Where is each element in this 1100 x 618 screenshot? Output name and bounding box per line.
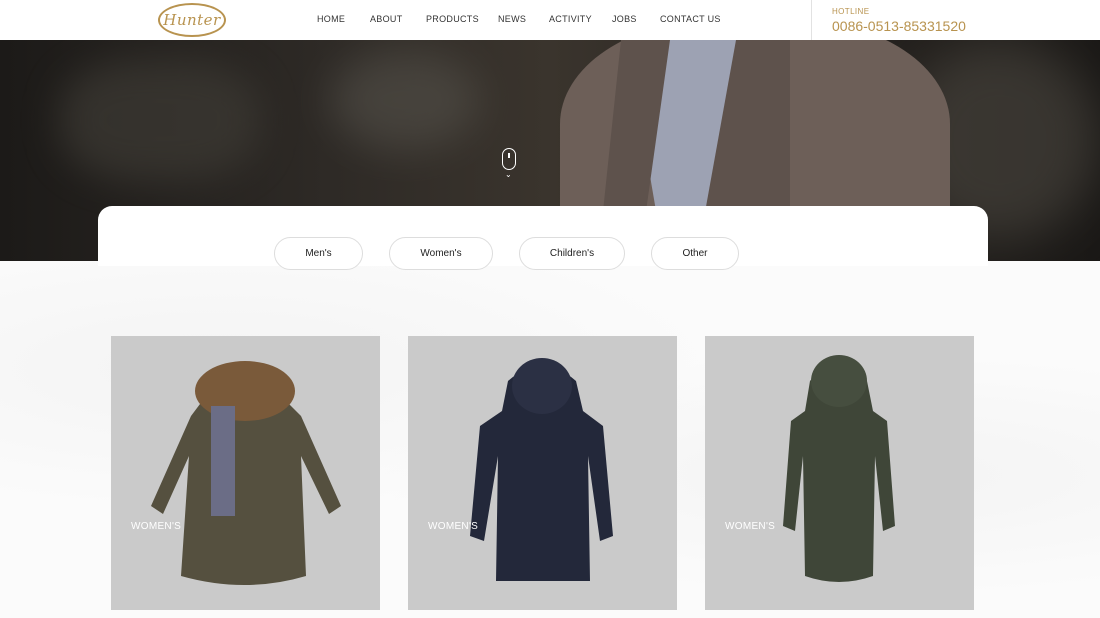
nav-home[interactable]: HOME — [317, 14, 345, 24]
logo-text: Hunter — [163, 11, 221, 29]
product-category-label: WOMEN'S — [725, 521, 776, 532]
site-header: Hunter HOME ABOUT PRODUCTS NEWS ACTIVITY… — [0, 0, 1100, 40]
nav-products[interactable]: PRODUCTS — [426, 14, 479, 24]
filter-mens-button[interactable]: Men's — [274, 237, 363, 270]
long-coat-image — [470, 358, 613, 581]
filter-childrens-button[interactable]: Children's — [519, 237, 625, 270]
nav-news[interactable]: NEWS — [498, 14, 526, 24]
hooded-jacket-image — [783, 355, 895, 582]
product-category-label: WOMEN'S — [428, 521, 479, 532]
hero-background-blur — [60, 60, 260, 180]
chevron-down-icon: ⌄ — [505, 170, 512, 179]
product-category-label: WOMEN'S — [131, 521, 182, 532]
nav-activity[interactable]: ACTIVITY — [549, 14, 592, 24]
nav-contact-us[interactable]: CONTACT US — [660, 14, 721, 24]
product-card[interactable]: WOMEN'S — [408, 336, 677, 610]
nav-about[interactable]: ABOUT — [370, 14, 403, 24]
hotline-label: HOTLINE — [832, 7, 870, 16]
product-card[interactable]: WOMEN'S — [111, 336, 380, 610]
hero-background-blur — [330, 50, 480, 150]
product-card[interactable]: WOMEN'S — [705, 336, 974, 610]
filter-womens-button[interactable]: Women's — [389, 237, 493, 270]
hunter-logo[interactable]: Hunter — [158, 3, 226, 37]
mouse-scroll-icon[interactable] — [502, 148, 516, 170]
hotline-divider — [811, 0, 812, 40]
nav-jobs[interactable]: JOBS — [612, 14, 637, 24]
parka-coat-image — [151, 361, 341, 585]
filter-other-button[interactable]: Other — [651, 237, 739, 270]
hotline-number[interactable]: 0086-0513-85331520 — [832, 18, 966, 34]
